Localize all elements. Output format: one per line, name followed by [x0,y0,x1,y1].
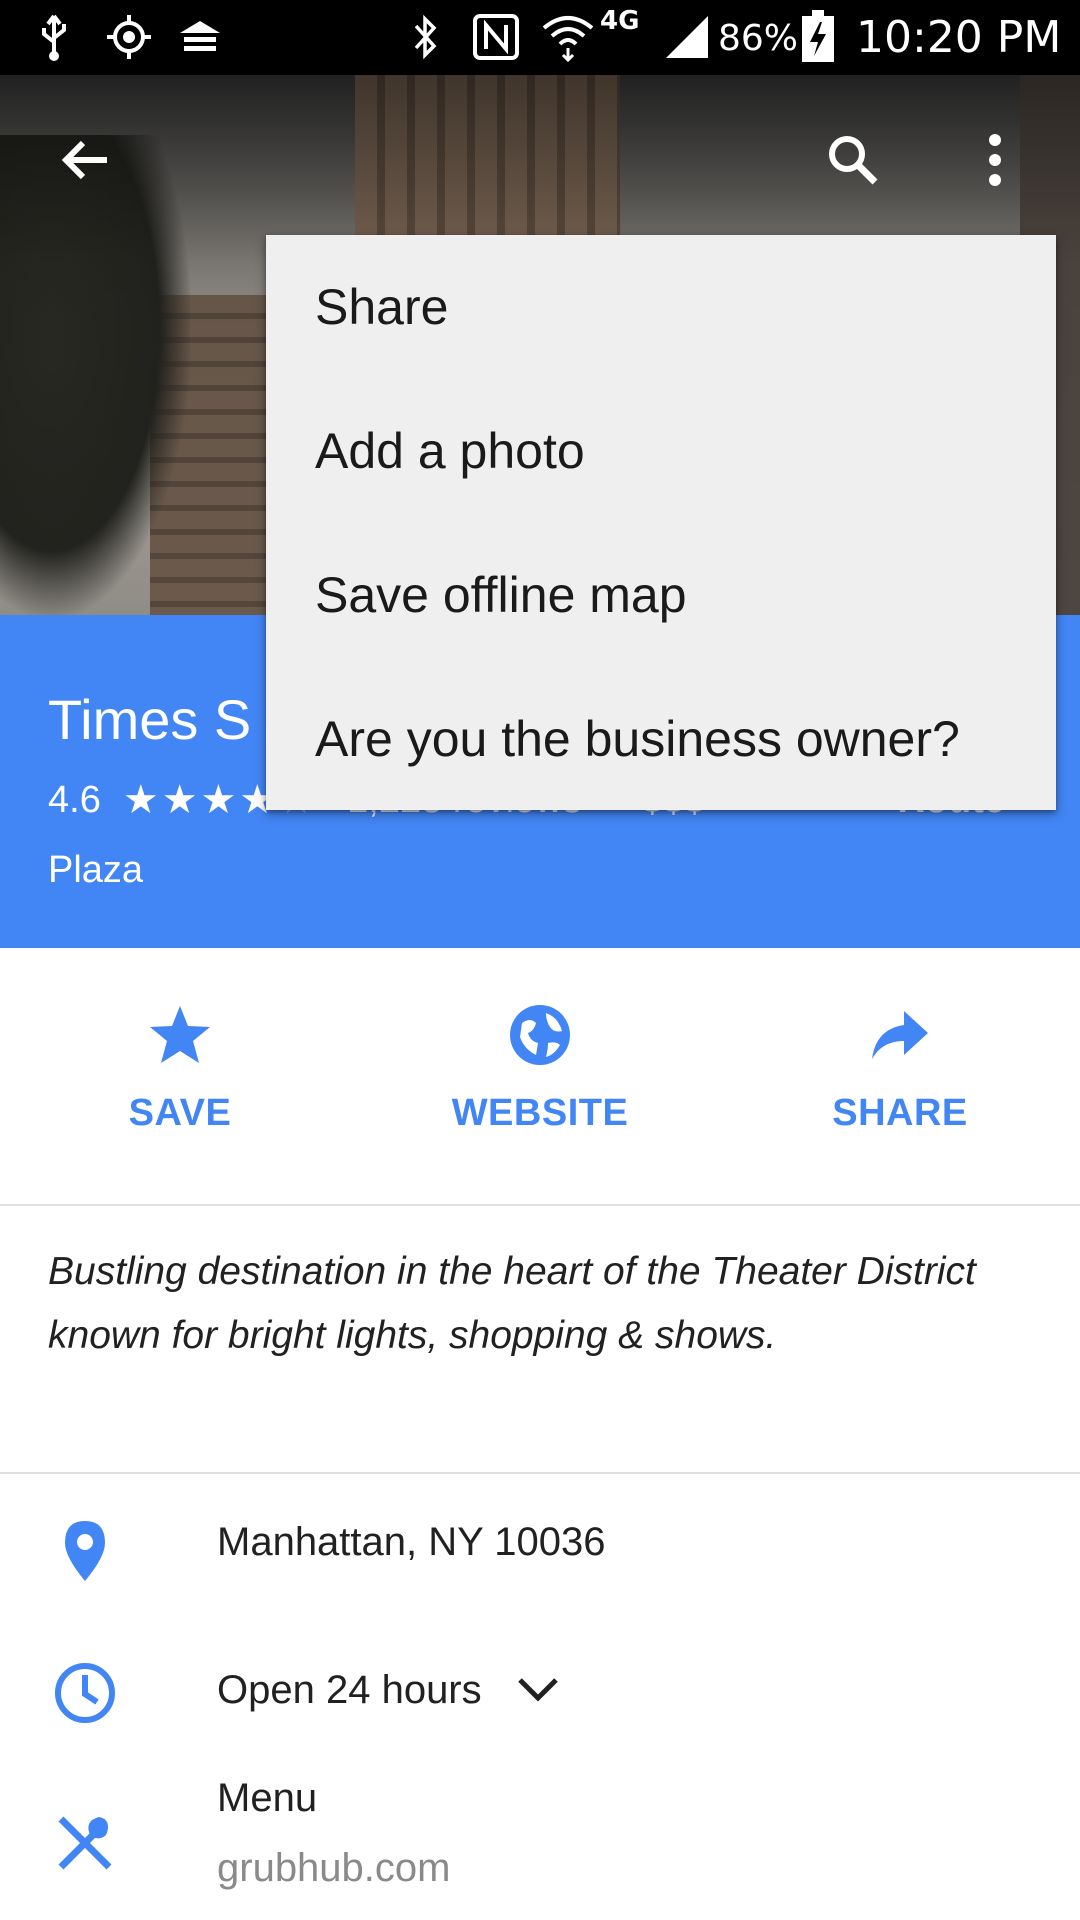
place-description: Bustling destination in the heart of the… [48,1250,976,1357]
place-category: Plaza [48,849,144,891]
arrow-back-icon [59,135,111,190]
share-label: SHARE [832,1092,968,1134]
signal-icon [660,12,714,62]
nfc-icon [470,12,522,62]
globe-icon [508,1000,572,1070]
place-title: Times S [48,688,252,751]
menu-item-save-offline-map[interactable]: Save offline map [266,523,1056,667]
divider [0,1472,1080,1474]
location-pin-icon [50,1516,120,1586]
gps-icon [102,12,156,62]
save-label: SAVE [128,1092,232,1134]
menu-item-business-owner[interactable]: Are you the business owner? [266,667,1056,811]
rating-value: 4.6 [48,778,101,821]
wifi-icon [538,12,598,62]
save-button[interactable]: SAVE [0,948,360,1204]
status-bar: 4G 86% 10:20 PM [0,0,1080,75]
back-button[interactable] [40,125,130,200]
more-options-button[interactable] [965,125,1025,200]
restaurant-icon [50,1808,120,1878]
share-arrow-icon [868,1000,932,1070]
network-type: 4G [600,6,640,36]
usb-icon [32,12,76,62]
overflow-menu: Share Add a photo Save offline map Are y… [266,235,1056,810]
battery-percent: 86% [718,18,799,59]
hours-text: Open 24 hours [217,1668,482,1712]
home-network-icon [175,12,225,62]
chevron-down-icon[interactable] [510,1670,566,1710]
menu-item-share[interactable]: Share [266,235,1056,379]
hours-row[interactable]: Open 24 hours [0,1650,1080,1760]
share-button[interactable]: SHARE [720,948,1080,1204]
action-row: SAVE WEBSITE SHARE [0,948,1080,1206]
website-label: WEBSITE [451,1092,629,1134]
star-icon [148,1000,212,1070]
clock-icon [50,1658,120,1728]
menu-item-add-photo[interactable]: Add a photo [266,379,1056,523]
website-button[interactable]: WEBSITE [360,948,720,1204]
clock: 10:20 PM [856,12,1062,63]
menu-source[interactable]: grubhub.com [217,1840,450,1896]
search-button[interactable] [810,125,895,200]
battery-charging-icon [796,10,840,62]
menu-label: Menu [217,1776,318,1820]
bluetooth-icon [405,12,445,62]
address-text: Manhattan, NY 10036 [217,1520,606,1564]
search-icon [825,132,881,193]
more-vert-icon [987,133,1003,192]
address-row[interactable]: Manhattan, NY 10036 [0,1500,1080,1620]
menu-row[interactable]: Menu grubhub.com [0,1770,1080,1920]
